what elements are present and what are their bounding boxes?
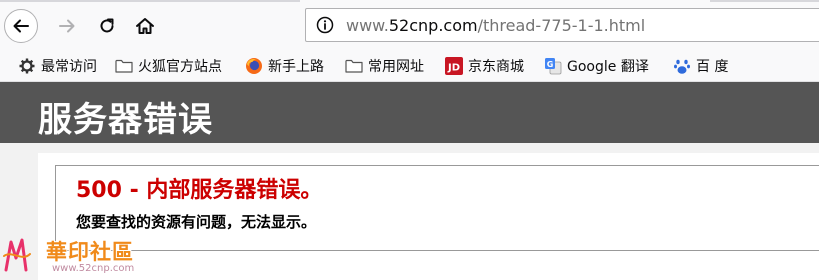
reload-icon bbox=[100, 18, 114, 33]
reload-button[interactable] bbox=[90, 9, 124, 43]
home-icon bbox=[136, 18, 154, 34]
active-tab-edge bbox=[300, 0, 710, 2]
bookmark-label: 火狐官方站点 bbox=[138, 59, 222, 75]
bookmark-firefox-official[interactable]: 火狐官方站点 bbox=[115, 55, 222, 77]
svg-text:JD: JD bbox=[447, 63, 460, 74]
url-prefix: www. bbox=[346, 16, 389, 35]
page-title: 服务器错误 bbox=[38, 100, 213, 140]
back-button[interactable] bbox=[4, 9, 38, 43]
watermark-logo-icon bbox=[3, 238, 31, 272]
folder-icon bbox=[115, 57, 133, 75]
url-bar[interactable]: www.52cnp.com/thread-775-1-1.html bbox=[305, 8, 819, 42]
bookmarks-toolbar: 最常访问 火狐官方站点 新手上路 常用网址 JD 京东商城 G Google 翻… bbox=[0, 50, 819, 82]
bookmark-label: 常用网址 bbox=[368, 59, 424, 75]
watermark-title: 華印社區 bbox=[46, 239, 134, 264]
url-text[interactable]: www.52cnp.com/thread-775-1-1.html bbox=[346, 16, 645, 35]
folder-icon bbox=[345, 57, 363, 75]
google-translate-icon: G bbox=[544, 57, 562, 75]
bookmark-baidu[interactable]: 百 度 bbox=[673, 55, 728, 77]
bookmark-label: Google 翻译 bbox=[567, 59, 649, 75]
watermark-url: www.52cnp.com bbox=[52, 263, 135, 274]
bookmark-jd[interactable]: JD 京东商城 bbox=[445, 55, 524, 77]
bookmark-common-sites[interactable]: 常用网址 bbox=[345, 55, 424, 77]
forward-button[interactable] bbox=[50, 9, 84, 43]
jd-icon: JD bbox=[445, 57, 463, 75]
info-icon[interactable] bbox=[316, 16, 334, 34]
page-header: 服务器错误 bbox=[0, 82, 819, 143]
arrow-right-icon bbox=[59, 19, 75, 33]
error-box: 500 - 内部服务器错误。 您要查找的资源有问题，无法显示。 bbox=[55, 165, 819, 251]
gear-icon bbox=[18, 57, 36, 75]
bookmark-label: 京东商城 bbox=[468, 59, 524, 75]
bookmark-label: 新手上路 bbox=[268, 59, 324, 75]
bookmark-getting-started[interactable]: 新手上路 bbox=[245, 55, 324, 77]
bookmark-most-visited[interactable]: 最常访问 bbox=[18, 55, 97, 77]
home-button[interactable] bbox=[128, 9, 162, 43]
watermark: 華印社區 www.52cnp.com bbox=[2, 236, 137, 280]
error-heading: 500 - 内部服务器错误。 bbox=[76, 178, 323, 203]
page-content: 500 - 内部服务器错误。 您要查找的资源有问题，无法显示。 bbox=[38, 153, 819, 280]
url-domain: 52cnp.com bbox=[388, 16, 478, 35]
bookmark-label: 百 度 bbox=[696, 59, 729, 75]
bookmark-label: 最常访问 bbox=[41, 59, 97, 75]
browser-navbar: www.52cnp.com/thread-775-1-1.html bbox=[0, 0, 819, 50]
svg-text:G: G bbox=[547, 60, 554, 69]
error-message: 您要查找的资源有问题，无法显示。 bbox=[76, 213, 317, 231]
firefox-icon bbox=[245, 57, 263, 75]
baidu-paw-icon bbox=[673, 57, 691, 75]
url-path: /thread-775-1-1.html bbox=[477, 16, 646, 35]
bookmark-google-translate[interactable]: G Google 翻译 bbox=[544, 55, 649, 77]
arrow-left-icon bbox=[13, 19, 29, 33]
